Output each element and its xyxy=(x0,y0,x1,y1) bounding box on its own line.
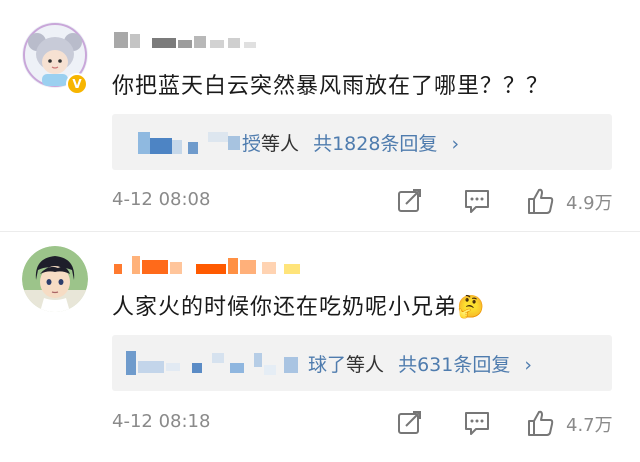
reply-summary[interactable]: 球了等人 共631条回复 › xyxy=(308,350,532,377)
comment-meta: 4-12 08:08 4.9万 xyxy=(112,186,632,216)
comment-icon[interactable] xyxy=(462,408,492,438)
comment-text-body: 人家火的时候你还在吃奶呢小兄弟 xyxy=(112,295,458,320)
username-blurred[interactable] xyxy=(112,254,312,276)
reply-name-tail: 授 xyxy=(242,133,262,155)
avatar[interactable] xyxy=(22,246,88,312)
reply-name-tail: 球了 xyxy=(308,354,347,376)
comment-text: 你把蓝天白云突然暴风雨放在了哪里？？？ xyxy=(112,74,550,99)
reply-names-blurred xyxy=(126,351,298,375)
reply-suffix: 等人 xyxy=(346,354,385,376)
reply-count-link[interactable]: 共631条回复 xyxy=(398,354,510,376)
reply-preview[interactable]: 授等人 共1828条回复 › xyxy=(112,114,612,170)
chevron-right-icon: › xyxy=(451,133,460,155)
share-icon[interactable] xyxy=(394,186,424,216)
reply-summary[interactable]: 授等人 共1828条回复 › xyxy=(242,129,459,156)
reply-names-blurred xyxy=(138,132,240,154)
like-count: 4.9万 xyxy=(566,193,613,214)
comment-item: 人家火的时候你还在吃奶呢小兄弟🤔 球了等人 共631条回复 › 4-12 08:… xyxy=(0,232,640,462)
comment-text: 人家火的时候你还在吃奶呢小兄弟🤔 xyxy=(112,289,485,321)
reply-suffix: 等人 xyxy=(261,133,300,155)
comment-item: V 你把蓝天白云突然暴风雨放在了哪里？？？ 授等人 共1828条回复 › 4-1… xyxy=(0,0,640,232)
thinking-emoji: 🤔 xyxy=(457,295,486,320)
reply-preview[interactable]: 球了等人 共631条回复 › xyxy=(112,335,612,391)
reply-count-link[interactable]: 共1828条回复 xyxy=(313,133,437,155)
like-icon[interactable] xyxy=(526,186,556,216)
share-icon[interactable] xyxy=(394,408,424,438)
username-blurred[interactable] xyxy=(112,30,262,52)
timestamp: 4-12 08:08 xyxy=(112,189,211,210)
like-count: 4.7万 xyxy=(566,415,613,436)
like-icon[interactable] xyxy=(526,408,556,438)
comment-icon[interactable] xyxy=(462,186,492,216)
chevron-right-icon: › xyxy=(524,354,532,376)
timestamp: 4-12 08:18 xyxy=(112,411,211,432)
verified-badge-icon: V xyxy=(66,73,88,95)
comment-meta: 4-12 08:18 4.7万 xyxy=(112,408,632,438)
